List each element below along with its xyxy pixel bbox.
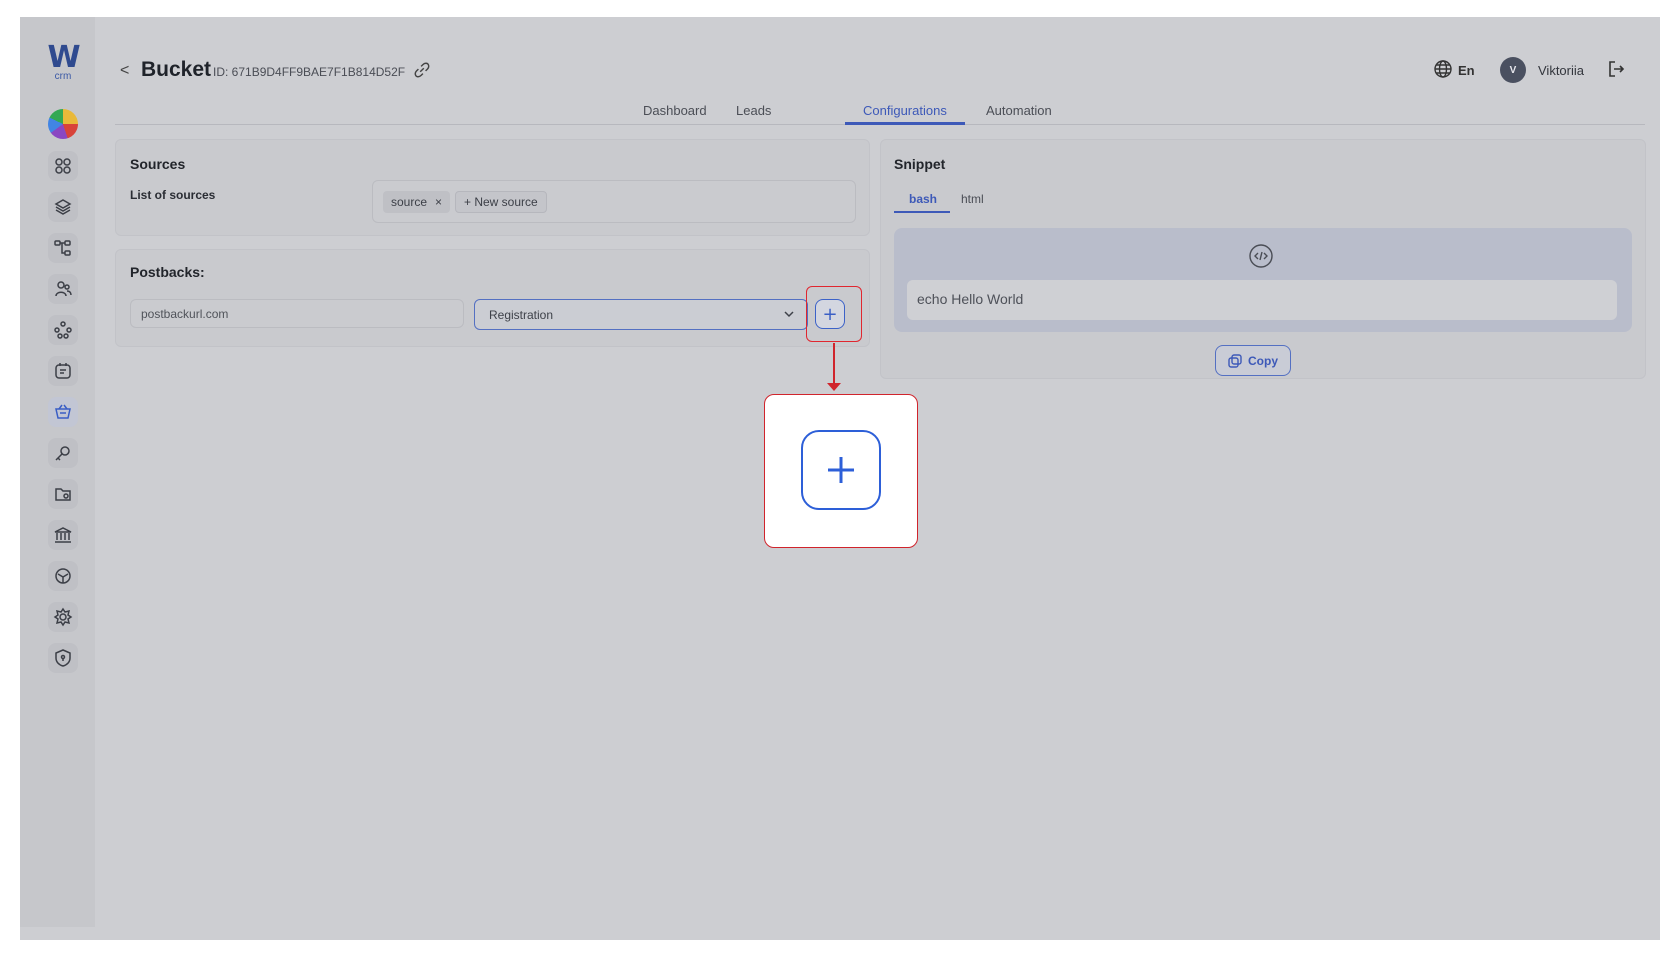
users-icon: [55, 281, 72, 297]
bank-icon: [54, 527, 72, 543]
username[interactable]: Viktoriia: [1538, 63, 1584, 78]
sources-list: source × + New source: [372, 180, 856, 223]
snippet-tab-indicator: [894, 211, 950, 213]
zoom-callout: [764, 394, 918, 548]
avatar[interactable]: V: [1500, 57, 1526, 83]
source-chip-label: source: [391, 195, 428, 209]
active-tab-indicator: [845, 122, 965, 125]
postbacks-title: Postbacks:: [130, 264, 205, 280]
copy-label: Copy: [1248, 353, 1278, 368]
code-text[interactable]: echo Hello World: [907, 280, 1617, 320]
annotation-arrow: [833, 343, 835, 387]
postback-event-select[interactable]: Registration: [474, 299, 808, 330]
sidebar-item-hierarchy[interactable]: [48, 233, 78, 263]
tab-html[interactable]: html: [961, 192, 984, 206]
sidebar-item-grid[interactable]: [48, 151, 78, 181]
folder-icon: [55, 488, 71, 501]
snippet-title: Snippet: [894, 156, 946, 172]
tab-leads[interactable]: Leads: [736, 103, 771, 118]
bucket-id: ID: 671B9D4FF9BAE7F1B814D52F: [213, 65, 406, 79]
sidebar-item-security[interactable]: [48, 643, 78, 673]
language-selector[interactable]: En: [1458, 63, 1475, 78]
new-source-button[interactable]: + New source: [455, 191, 547, 213]
postback-event-value: Registration: [489, 308, 554, 322]
tab-configurations[interactable]: Configurations: [863, 103, 947, 118]
sidebar-item-basket[interactable]: [48, 397, 78, 427]
tab-bash[interactable]: bash: [909, 192, 937, 206]
layers-icon: [54, 199, 72, 215]
snippet-card: Snippet bash html echo Hello World Copy: [880, 139, 1646, 379]
sidebar-item-folder[interactable]: [48, 479, 78, 509]
sidebar-item-users[interactable]: [48, 274, 78, 304]
network-icon: [54, 321, 72, 339]
chip-remove-icon[interactable]: ×: [435, 195, 442, 209]
logout-icon[interactable]: [1606, 59, 1626, 79]
sidebar-item-network[interactable]: [48, 315, 78, 345]
color-wheel-icon[interactable]: [48, 109, 78, 139]
gear-icon: [53, 607, 73, 627]
sources-title: Sources: [130, 156, 186, 172]
back-button[interactable]: <: [120, 62, 129, 80]
sidebar-item-layers[interactable]: [48, 192, 78, 222]
cube-icon: [55, 568, 71, 584]
sources-card: Sources List of sources source × + New s…: [115, 139, 870, 236]
notes-icon: [55, 363, 71, 379]
sidebar-item-cube[interactable]: [48, 561, 78, 591]
postbacks-card: Postbacks: postbackurl.com Registration: [115, 249, 870, 347]
sidebar-item-bank[interactable]: [48, 520, 78, 550]
page-title: Bucket: [141, 58, 212, 81]
copy-button[interactable]: Copy: [1215, 345, 1291, 376]
logo[interactable]: W crm: [44, 40, 82, 82]
key-icon: [55, 446, 70, 461]
sidebar-item-settings[interactable]: [48, 602, 78, 632]
sidebar: W crm: [20, 17, 95, 927]
tab-automation[interactable]: Automation: [986, 103, 1052, 118]
sidebar-item-key[interactable]: [48, 438, 78, 468]
logo-letter: W: [47, 40, 80, 75]
plus-icon: [828, 457, 854, 483]
code-block: echo Hello World: [894, 228, 1632, 332]
code-icon: [1249, 244, 1273, 268]
hierarchy-icon: [54, 240, 71, 256]
tab-dashboard[interactable]: Dashboard: [643, 103, 707, 118]
basket-icon: [55, 404, 71, 419]
postback-url-input[interactable]: postbackurl.com: [130, 299, 464, 328]
link-icon[interactable]: [413, 61, 431, 79]
zoomed-add-button: [801, 430, 881, 510]
sidebar-item-notes[interactable]: [48, 356, 78, 386]
app-frame: W crm < Bucket ID: 671B9D4FF9BAE7F1B814D…: [20, 17, 1660, 940]
shield-icon: [55, 649, 71, 667]
highlight-box: [806, 286, 862, 342]
source-chip[interactable]: source ×: [383, 191, 451, 213]
globe-icon[interactable]: [1433, 59, 1453, 79]
list-of-sources-label: List of sources: [130, 188, 216, 202]
grid-icon: [55, 158, 71, 174]
chevron-down-icon: [784, 311, 794, 318]
copy-icon: [1228, 353, 1242, 368]
annotation-arrowhead: [827, 383, 841, 391]
